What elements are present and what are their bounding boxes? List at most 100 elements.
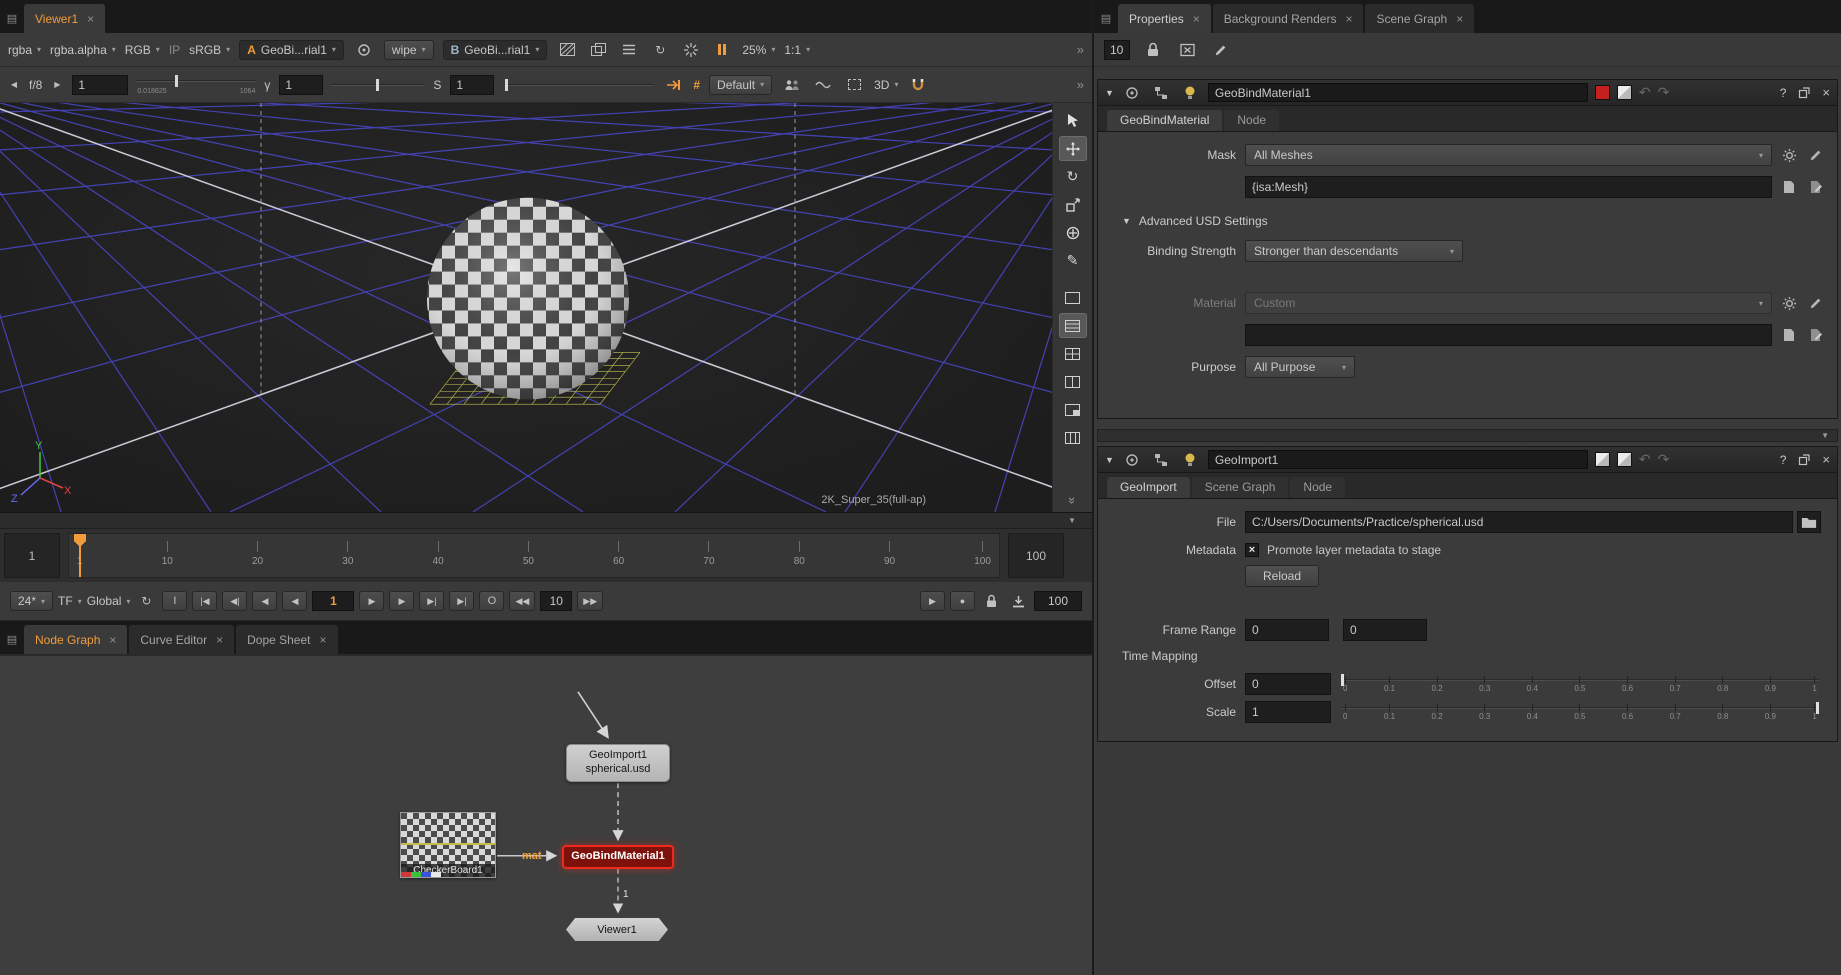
panel-menu-icon[interactable]: ▤	[2, 625, 22, 654]
go-to-start-button[interactable]: |◀	[192, 591, 217, 611]
next-keyframe-button[interactable]: ▶|	[419, 591, 444, 611]
tab-curve-editor[interactable]: Curve Editor ×	[129, 625, 234, 654]
translate-tool-icon[interactable]	[1059, 136, 1087, 161]
refresh-icon[interactable]: ↻	[649, 40, 671, 60]
frame-increment-input[interactable]: 10	[540, 591, 572, 611]
uniform-scale-tool-icon[interactable]	[1059, 220, 1087, 245]
panel-divider[interactable]: ▼	[1097, 429, 1838, 442]
tab-node-graph[interactable]: Node Graph ×	[24, 625, 127, 654]
downrez-select[interactable]: 1:1▾	[784, 43, 810, 57]
slider-handle[interactable]	[1341, 674, 1344, 686]
wipe-mode-select[interactable]: wipe▾	[384, 40, 434, 60]
timeline-ruler[interactable]: 1102030405060708090100	[68, 533, 1000, 578]
frame-range-end-input[interactable]	[1343, 619, 1427, 641]
center-node-icon[interactable]	[1121, 83, 1143, 103]
node-geobindmaterial1[interactable]: GeoBindMaterial1	[562, 845, 674, 869]
slider-handle[interactable]	[376, 79, 379, 91]
layout-rows-icon[interactable]	[1059, 313, 1087, 338]
file-path-input[interactable]	[1245, 511, 1793, 533]
preview-lamp-icon[interactable]	[1179, 450, 1201, 470]
go-to-end-button[interactable]: ▶|	[449, 591, 474, 611]
step-increment-button[interactable]: ▶▶	[577, 591, 603, 611]
max-panels-input[interactable]	[1104, 40, 1130, 60]
node-geoimport1[interactable]: GeoImport1 spherical.usd	[566, 744, 670, 782]
gamma-slider[interactable]	[332, 79, 424, 91]
close-all-panels-icon[interactable]	[1176, 40, 1198, 60]
close-icon[interactable]: ×	[320, 633, 327, 647]
viewer-timeline-splitter[interactable]: ▼	[0, 513, 1092, 529]
draw-tool-icon[interactable]: ✎	[1059, 248, 1087, 273]
node-name-input[interactable]	[1208, 83, 1588, 102]
alpha-channel-select[interactable]: rgba.alpha▾	[50, 43, 116, 57]
proxy-toggle-icon[interactable]	[587, 40, 609, 60]
saturation-input[interactable]	[450, 75, 494, 95]
render-button[interactable]: ●	[950, 591, 975, 611]
tab-node[interactable]: Node	[1290, 477, 1345, 498]
scale-tool-icon[interactable]	[1059, 192, 1087, 217]
frame-range-start-input[interactable]	[1245, 619, 1329, 641]
toolbar-overflow-icon[interactable]: »	[1077, 77, 1084, 92]
gl-color-swatch[interactable]	[1617, 85, 1632, 100]
gain-slider[interactable]: 0.018625 1064	[137, 75, 255, 95]
close-icon[interactable]: ×	[1456, 12, 1463, 26]
viewer-3d-viewport[interactable]: Y Z X 2K_Super_35(full-ap) ↻ ✎	[0, 103, 1092, 513]
wipe-center-icon[interactable]	[353, 40, 375, 60]
close-icon[interactable]: ×	[87, 12, 94, 26]
frame-range-mode-select[interactable]: Global▾	[87, 594, 131, 608]
close-icon[interactable]: ×	[109, 633, 116, 647]
grid-toggle-icon[interactable]: #	[693, 78, 700, 92]
display-channels-select[interactable]: RGB▾	[125, 43, 160, 57]
node-checkerboard1[interactable]: CheckerBoard1	[400, 812, 496, 878]
tab-geoimport[interactable]: GeoImport	[1107, 477, 1190, 498]
node-tree-icon[interactable]	[1150, 450, 1172, 470]
edit-panels-icon[interactable]	[1210, 40, 1232, 60]
play-button[interactable]: ▶	[389, 591, 414, 611]
advanced-usd-settings-section[interactable]: ▼ Advanced USD Settings	[1122, 214, 1829, 228]
pencil-icon[interactable]	[1806, 293, 1826, 313]
binding-strength-select[interactable]: Stronger than descendants▾	[1245, 240, 1463, 262]
layer-select[interactable]: rgba▾	[8, 43, 41, 57]
pause-icon[interactable]	[711, 40, 733, 60]
snap-icon[interactable]	[907, 75, 929, 95]
lock-panels-icon[interactable]	[1142, 40, 1164, 60]
slider-handle[interactable]	[175, 75, 178, 87]
set-out-button[interactable]: O	[479, 591, 504, 611]
step-forward-button[interactable]: ▶	[359, 591, 384, 611]
scale-slider[interactable]: 00.10.20.30.40.50.60.70.80.91	[1341, 699, 1819, 725]
clip-warning-icon[interactable]	[662, 75, 684, 95]
export-frames-icon[interactable]	[1007, 591, 1029, 611]
node-color-swatch[interactable]	[1595, 85, 1610, 100]
fstop-down-icon[interactable]: ◀	[8, 75, 20, 95]
offset-input[interactable]	[1245, 673, 1331, 695]
scanline-icon[interactable]	[618, 40, 640, 60]
slider-handle[interactable]	[505, 79, 508, 91]
layout-corner-icon[interactable]	[1059, 397, 1087, 422]
lock-range-icon[interactable]	[980, 591, 1002, 611]
current-frame-display[interactable]: 1	[312, 591, 354, 611]
waveform-icon[interactable]	[812, 75, 834, 95]
tab-properties[interactable]: Properties ×	[1118, 4, 1211, 33]
end-frame-display[interactable]: 100	[1034, 591, 1082, 611]
layout-grid-icon[interactable]	[1059, 341, 1087, 366]
zoom-select[interactable]: 25%▾	[742, 43, 775, 57]
close-icon[interactable]: ×	[216, 633, 223, 647]
roi-icon[interactable]	[843, 75, 865, 95]
node-tree-icon[interactable]	[1150, 83, 1172, 103]
gl-color-swatch[interactable]	[1617, 452, 1632, 467]
b-input-select[interactable]: B GeoBi...rial1 ▾	[443, 40, 548, 60]
offset-slider[interactable]: 00.10.20.30.40.50.60.70.80.91	[1341, 671, 1819, 697]
list-icon[interactable]	[1779, 177, 1799, 197]
prev-keyframe-button[interactable]: ◀|	[222, 591, 247, 611]
node-graph-canvas[interactable]: GeoImport1 spherical.usd CheckerBoard1 m…	[0, 654, 1092, 975]
layout-columns-icon[interactable]	[1059, 425, 1087, 450]
redo-icon[interactable]: ↷	[1658, 84, 1670, 101]
edit-list-icon[interactable]	[1806, 325, 1826, 345]
collapse-panel-icon[interactable]: ▼	[1105, 455, 1114, 465]
metadata-checkbox[interactable]: ×	[1245, 543, 1259, 557]
layout-split-vertical-icon[interactable]	[1059, 369, 1087, 394]
close-icon[interactable]: ×	[1345, 12, 1352, 26]
render-burst-icon[interactable]	[680, 40, 702, 60]
float-panel-icon[interactable]	[1793, 450, 1815, 470]
fps-select[interactable]: 24*▾	[10, 591, 53, 611]
tab-viewer1[interactable]: Viewer1 ×	[24, 4, 105, 33]
